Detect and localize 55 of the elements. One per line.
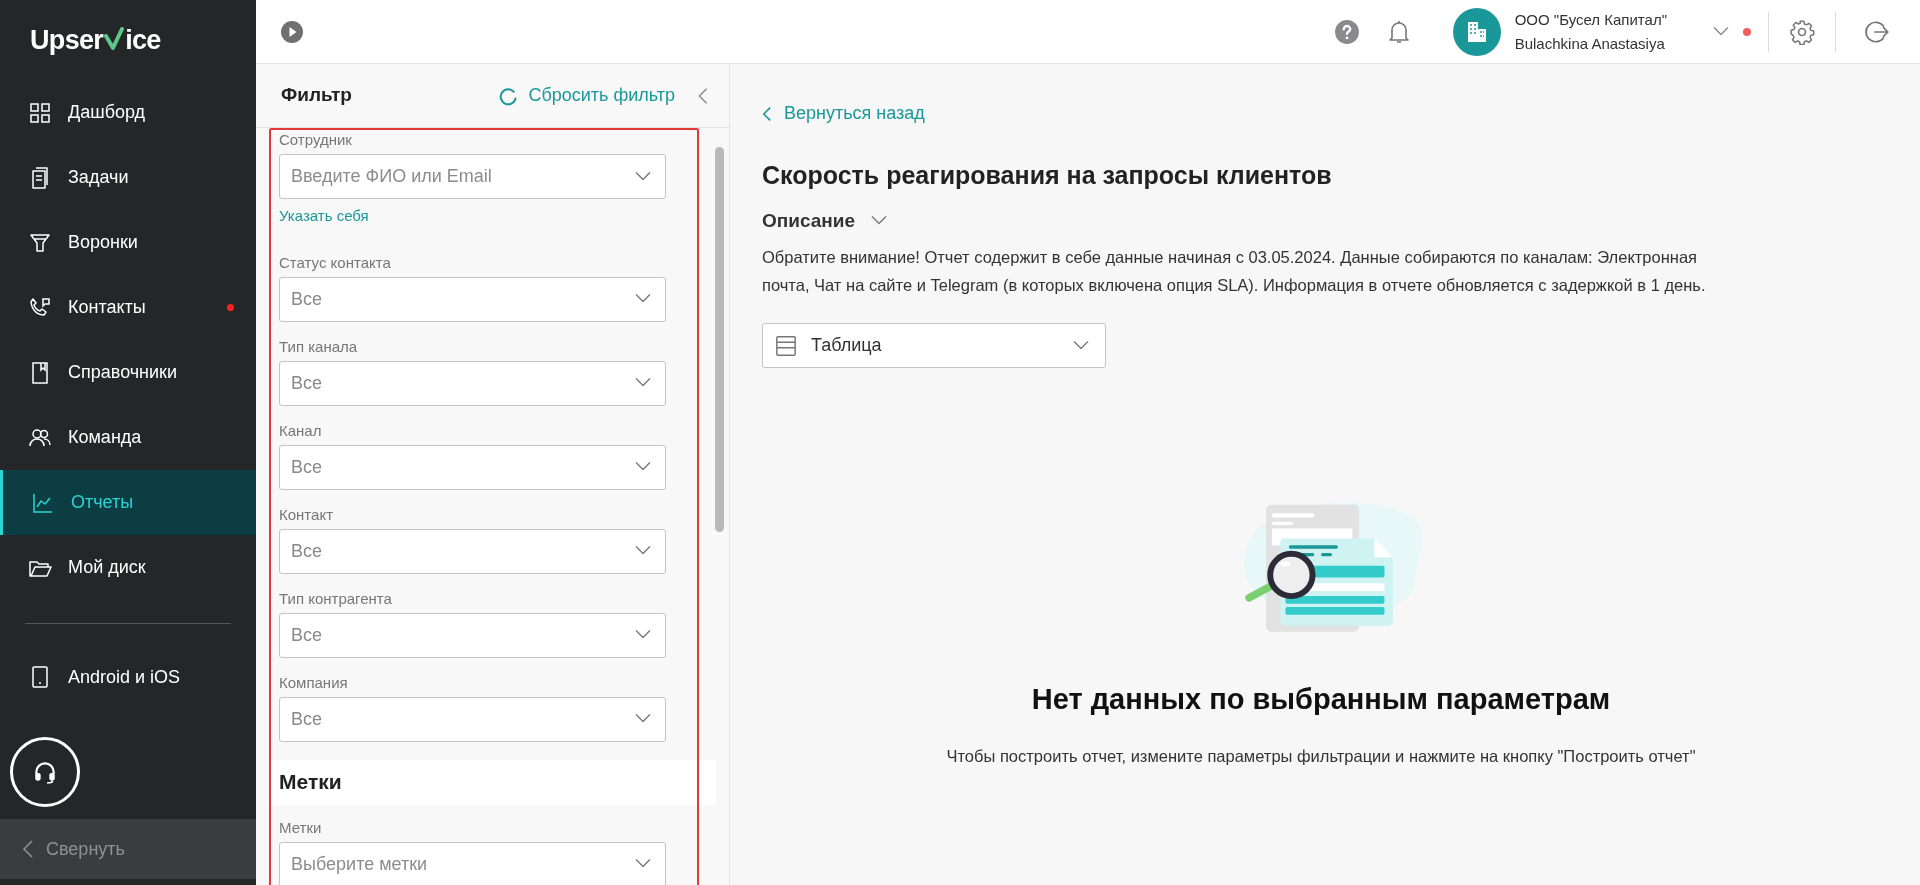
sidebar-item[interactable]: Команда: [0, 405, 256, 470]
field-label: Контакт: [279, 505, 334, 524]
field-label: Статус контакта: [279, 253, 392, 272]
reset-filter-button[interactable]: Сбросить фильтр: [498, 82, 675, 109]
empty-state-text: Чтобы построить отчет, измените параметры фильтрации и нажмите на кнопку "Построить отчет": [946, 745, 1696, 767]
sidebar-item[interactable]: Контакты: [0, 275, 256, 340]
description-text: Обратите внимание! Отчет содержит в себе данные начиная с 03.05.2024. Данные собираются по каналам: Электронная почта, Чат на сайте и Telegram (в которых включена опция SLA). Информация в отчете обновляется с задержкой в 1 день.: [762, 247, 1707, 296]
select-field[interactable]: Все: [279, 696, 666, 742]
help-icon[interactable]: [1333, 18, 1360, 45]
select-field[interactable]: Все: [279, 528, 666, 574]
play-icon[interactable]: [280, 19, 304, 44]
link[interactable]: Указать себя: [279, 205, 369, 228]
grid-icon: [28, 100, 52, 125]
table-icon: [775, 334, 797, 357]
view-select[interactable]: Таблица: [762, 323, 1106, 368]
headset-icon: [32, 759, 58, 785]
select-field[interactable]: Все: [279, 612, 666, 658]
settings-icon[interactable]: [1789, 18, 1815, 45]
chevron-left-icon: [22, 839, 34, 859]
refresh-icon: [498, 85, 519, 106]
select-field[interactable]: Все: [279, 360, 666, 406]
bell-icon[interactable]: [1386, 18, 1411, 45]
company-name: ООО "Бусел Капитал": [1514, 9, 1667, 30]
logo: Upser ice: [29, 23, 162, 57]
sidebar-item[interactable]: Мой диск: [0, 535, 256, 600]
support-button[interactable]: [10, 737, 80, 807]
chevron-left-icon: [762, 105, 772, 122]
collapse-panel-icon[interactable]: [697, 86, 709, 105]
select-field[interactable]: Все: [279, 444, 666, 490]
field-label: Сотрудник: [279, 131, 353, 149]
field-label: Тип канала: [279, 337, 359, 356]
section-title: Метки: [279, 769, 342, 796]
select-field[interactable]: Введите ФИО или Email: [279, 154, 666, 199]
check-icon: [104, 27, 125, 51]
empty-state-title: Нет данных по выбранным параметрам: [1031, 682, 1611, 717]
filter-title: Фильтр: [281, 83, 353, 108]
logout-icon[interactable]: [1864, 18, 1890, 45]
collapse-button[interactable]: Свернуть: [0, 819, 256, 879]
field-label: Компания: [279, 673, 349, 692]
sidebar-item[interactable]: Справочники: [0, 340, 256, 405]
description-toggle[interactable]: Описание: [762, 206, 890, 235]
sidebar-item[interactable]: Android и iOS: [0, 647, 256, 707]
sidebar-item[interactable]: Воронки: [0, 210, 256, 275]
field-label: Тип контрагента: [279, 589, 393, 608]
select-field[interactable]: Выберите метки: [279, 841, 666, 885]
sidebar-item[interactable]: Дашборд: [0, 80, 256, 145]
user-name: Bulachkina Anastasiya: [1514, 33, 1666, 54]
sidebar-item[interactable]: Задачи: [0, 145, 256, 210]
field-label: Канал: [279, 421, 323, 440]
sidebar-item[interactable]: Отчеты: [0, 470, 256, 535]
back-link[interactable]: Вернуться назад: [762, 100, 925, 127]
select-field[interactable]: Все: [279, 276, 666, 322]
field-label: Метки: [279, 818, 323, 837]
building-icon: [1465, 19, 1488, 44]
report-title: Скорость реагирования на запросы клиентов: [762, 160, 1333, 191]
